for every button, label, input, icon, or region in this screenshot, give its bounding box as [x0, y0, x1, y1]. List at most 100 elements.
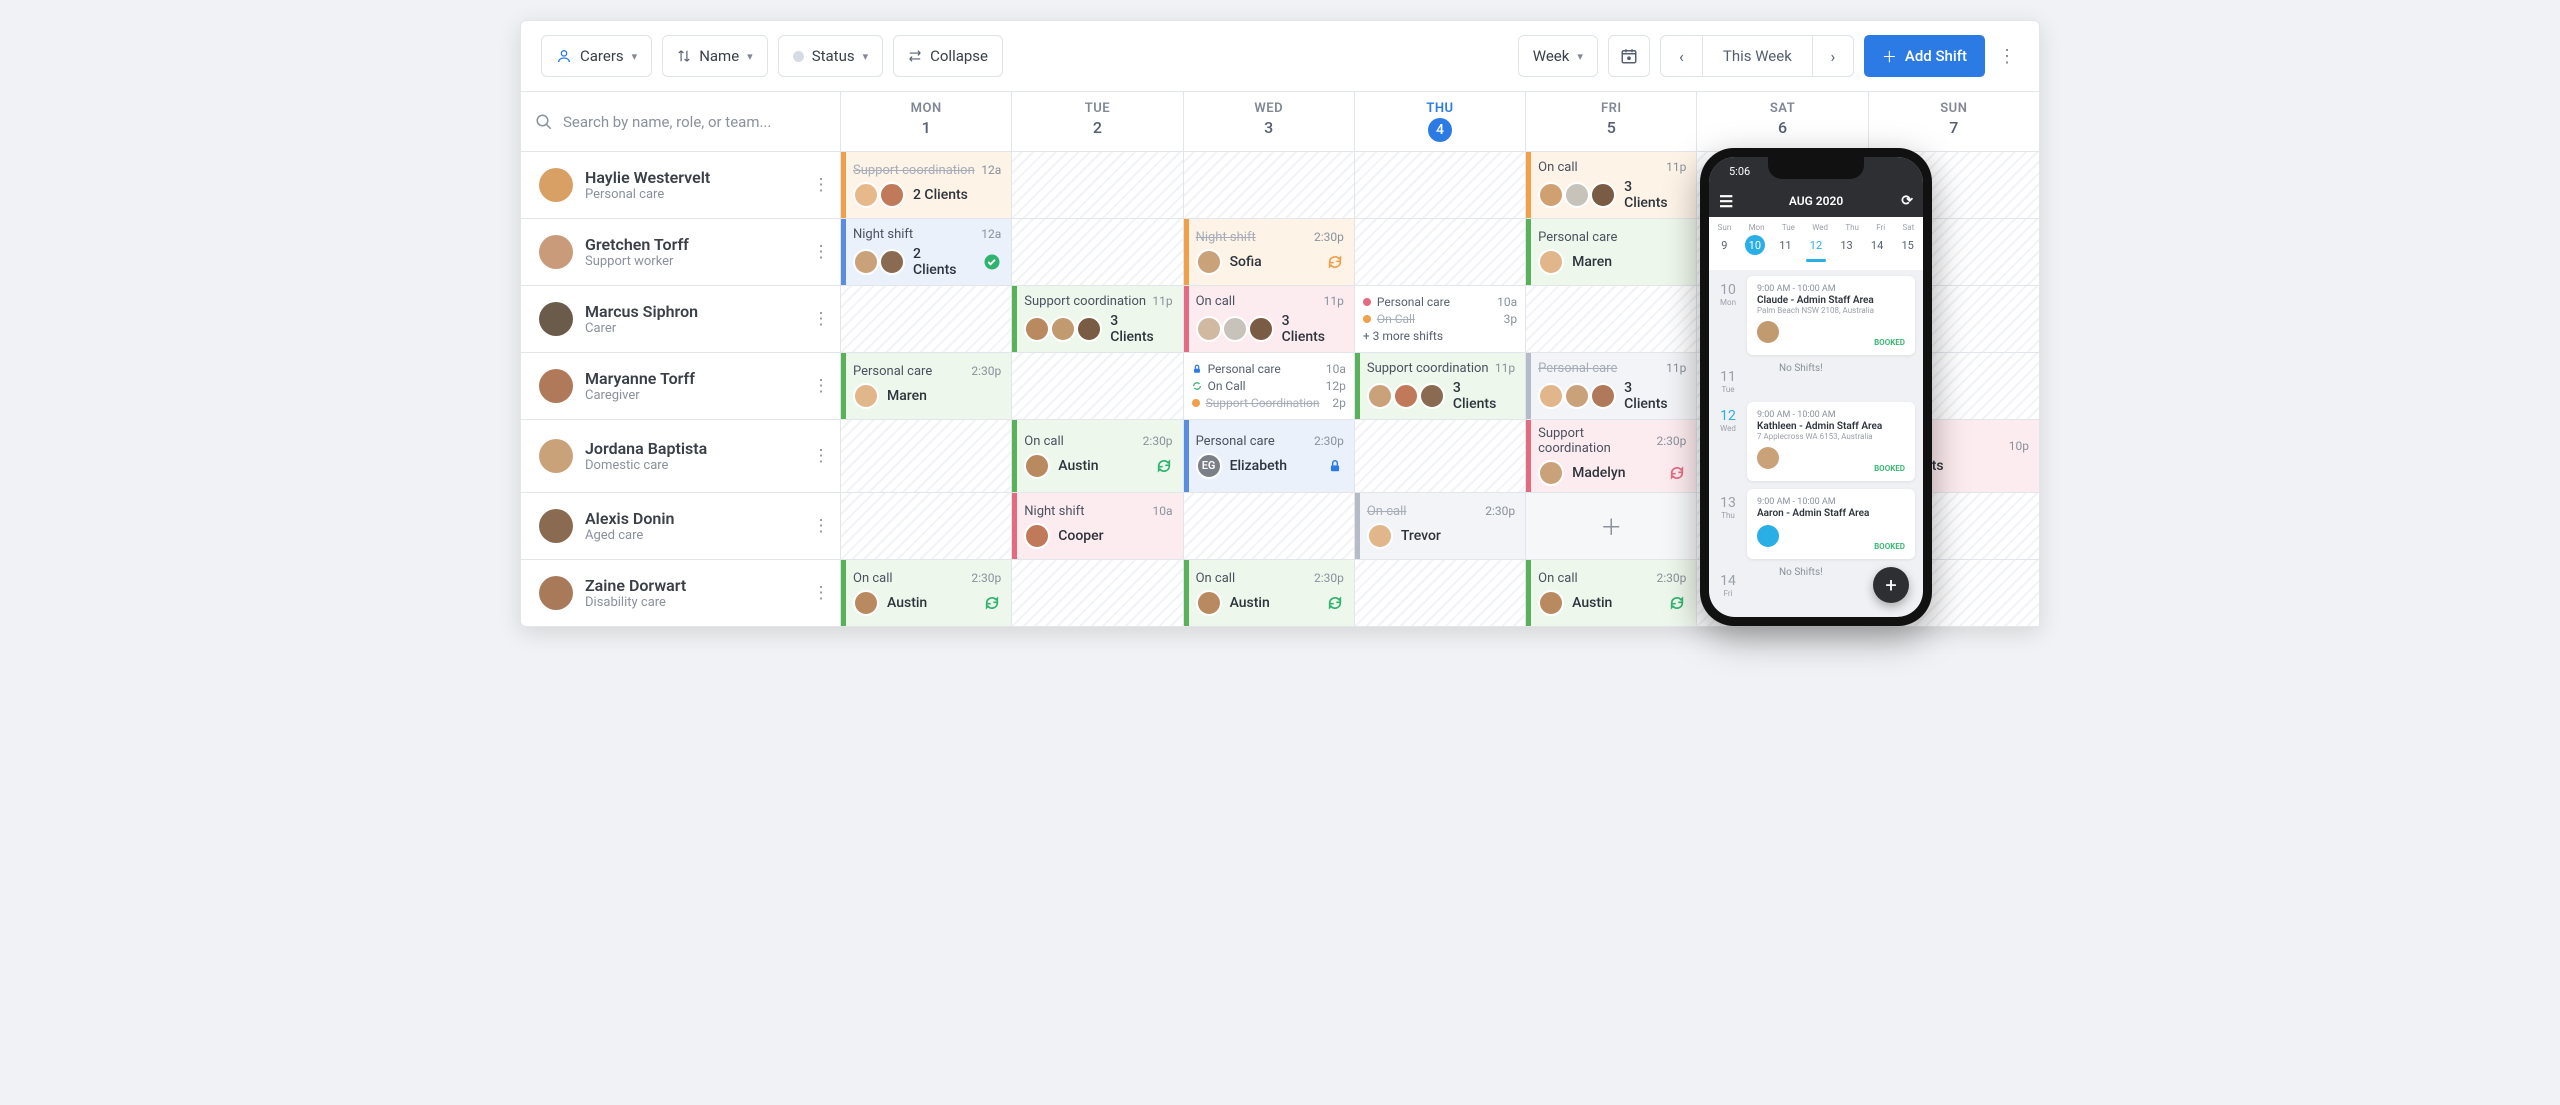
shift-card[interactable]: On call2:30p Austin [1526, 560, 1696, 626]
sort-dropdown[interactable]: Name ▾ [662, 35, 768, 77]
status-dropdown[interactable]: Status ▾ [778, 35, 883, 77]
shift-card[interactable]: On call2:30p Austin [1012, 420, 1182, 492]
shift-card[interactable]: Support coordination2:30p Madelyn [1526, 420, 1696, 492]
client-avatar [1564, 383, 1590, 409]
person-cell[interactable]: Maryanne TorffCaregiver ⋮ [521, 353, 841, 419]
sync-icon [1326, 253, 1344, 271]
shift-card[interactable]: On call2:30p Trevor [1355, 493, 1525, 559]
schedule-cell[interactable] [1012, 560, 1183, 626]
day-header[interactable]: MON 1 [841, 92, 1012, 151]
calendar-icon [1620, 47, 1638, 65]
schedule-cell[interactable] [841, 493, 1012, 559]
shift-card[interactable]: Night shift2:30p Sofia [1184, 219, 1354, 285]
shift-card[interactable]: Night shift12a 2 Clients [841, 219, 1011, 285]
collapse-icon [908, 49, 922, 63]
shift-card[interactable]: Support coordination11p 3 Clients [1012, 286, 1182, 352]
schedule-cell[interactable] [841, 286, 1012, 352]
shift-card[interactable]: Personal care Maren [1526, 219, 1696, 285]
prev-week-button[interactable]: ‹ [1660, 35, 1702, 77]
add-shift-button[interactable]: ＋ Add Shift [1864, 35, 1985, 77]
phone-add-button[interactable]: + [1873, 567, 1909, 603]
row-menu-button[interactable]: ⋮ [810, 309, 832, 329]
person-name: Marcus Siphron [585, 302, 798, 321]
hamburger-icon[interactable]: ☰ [1719, 192, 1733, 211]
more-menu-button[interactable]: ⋮ [1995, 35, 2019, 77]
shift-card[interactable]: On call2:30p Austin [1184, 560, 1354, 626]
add-shift-tile[interactable]: ＋ [1526, 493, 1696, 559]
schedule-cell[interactable] [1184, 152, 1355, 218]
person-cell[interactable]: Gretchen TorffSupport worker ⋮ [521, 219, 841, 285]
day-header[interactable]: SUN 7 [1869, 92, 2039, 151]
phone-day-number[interactable]: 9 [1714, 235, 1734, 255]
schedule-cell[interactable] [1012, 219, 1183, 285]
row-menu-button[interactable]: ⋮ [810, 175, 832, 195]
row-menu-button[interactable]: ⋮ [810, 516, 832, 536]
schedule-cell[interactable] [1355, 152, 1526, 218]
phone-shift-list[interactable]: 10Mon 9:00 AM - 10:00 AM Claude - Admin … [1709, 270, 1923, 604]
view-dropdown[interactable]: Week ▾ [1518, 35, 1598, 77]
shift-card[interactable]: Night shift10a Cooper [1012, 493, 1182, 559]
day-header[interactable]: TUE 2 [1012, 92, 1183, 151]
schedule-cell[interactable] [1355, 560, 1526, 626]
next-week-button[interactable]: › [1812, 35, 1854, 77]
client-avatar [1564, 182, 1590, 208]
row-menu-button[interactable]: ⋮ [810, 242, 832, 262]
day-header[interactable]: THU 4 [1355, 92, 1526, 151]
client-avatar [1590, 383, 1616, 409]
schedule-cell: On call2:30p Austin [841, 560, 1012, 626]
row-menu-button[interactable]: ⋮ [810, 583, 832, 603]
person-cell[interactable]: Jordana BaptistaDomestic care ⋮ [521, 420, 841, 492]
day-header[interactable]: WED 3 [1184, 92, 1355, 151]
day-number: 4 [1355, 118, 1525, 142]
this-week-button[interactable]: This Week [1702, 35, 1812, 77]
shift-summary[interactable]: Personal care10aOn Call12pSupport Coordi… [1184, 353, 1354, 419]
shift-card[interactable]: Personal care2:30p EGElizabeth [1184, 420, 1354, 492]
search-input[interactable]: Search by name, role, or team... [535, 113, 826, 131]
phone-shift-card[interactable]: 9:00 AM - 10:00 AM Kathleen - Admin Staf… [1747, 402, 1915, 481]
person-cell[interactable]: Haylie WesterveltPersonal care ⋮ [521, 152, 841, 218]
person-cell[interactable]: Marcus SiphronCarer ⋮ [521, 286, 841, 352]
schedule-cell[interactable] [841, 420, 1012, 492]
row-menu-button[interactable]: ⋮ [810, 446, 832, 466]
day-header[interactable]: FRI 5 [1526, 92, 1697, 151]
day-header[interactable]: SAT 6 [1697, 92, 1868, 151]
shift-time: 2:30p [1314, 434, 1344, 448]
phone-shift-card[interactable]: 9:00 AM - 10:00 AM Claude - Admin Staff … [1747, 276, 1915, 355]
phone-day-number[interactable]: 10 [1745, 235, 1765, 255]
shift-summary[interactable]: Personal care10aOn Call3p+ 3 more shifts [1355, 286, 1525, 352]
chevron-down-icon: ▾ [863, 50, 869, 63]
shift-card[interactable]: Personal care11p 3 Clients [1526, 353, 1696, 419]
filter-type-dropdown[interactable]: Carers ▾ [541, 35, 652, 77]
phone-day-number[interactable]: 11 [1775, 235, 1795, 255]
this-week-label: This Week [1723, 47, 1792, 65]
person-cell[interactable]: Alexis DoninAged care ⋮ [521, 493, 841, 559]
phone-day-number[interactable]: 15 [1898, 235, 1918, 255]
shift-card[interactable]: Personal care2:30p Maren [841, 353, 1011, 419]
day-label: FRI [1526, 101, 1696, 116]
refresh-icon[interactable]: ⟳ [1901, 193, 1913, 209]
schedule-cell[interactable] [1355, 420, 1526, 492]
calendar-button[interactable] [1608, 35, 1650, 77]
client-avatar [1538, 249, 1564, 275]
person-cell[interactable]: Zaine DorwartDisability care ⋮ [521, 560, 841, 626]
schedule-cell[interactable] [1355, 219, 1526, 285]
schedule-cell[interactable] [1184, 493, 1355, 559]
shift-time: 11p [1324, 294, 1344, 308]
shift-card[interactable]: On call11p 3 Clients [1526, 152, 1696, 218]
shift-title: On call [1196, 294, 1236, 309]
shift-card[interactable]: Support coordination12a 2 Clients [841, 152, 1011, 218]
shift-card[interactable]: Support coordination11p 3 Clients [1355, 353, 1525, 419]
schedule-cell[interactable] [1526, 286, 1697, 352]
phone-day-number[interactable]: 14 [1867, 235, 1887, 255]
phone-day-number[interactable]: 12 [1806, 235, 1826, 255]
phone-week-picker[interactable]: SunMonTueWedThuFriSat 9101112131415 [1709, 217, 1923, 270]
shift-card[interactable]: On call2:30p Austin [841, 560, 1011, 626]
shift-card[interactable]: On call11p 3 Clients [1184, 286, 1354, 352]
row-menu-button[interactable]: ⋮ [810, 376, 832, 396]
phone-shift-card[interactable]: 9:00 AM - 10:00 AM Aaron - Admin Staff A… [1747, 489, 1915, 559]
schedule-cell[interactable] [1012, 152, 1183, 218]
schedule-cell[interactable] [1012, 353, 1183, 419]
collapse-button[interactable]: Collapse [893, 35, 1003, 77]
sync-icon [1192, 381, 1202, 391]
phone-day-number[interactable]: 13 [1837, 235, 1857, 255]
